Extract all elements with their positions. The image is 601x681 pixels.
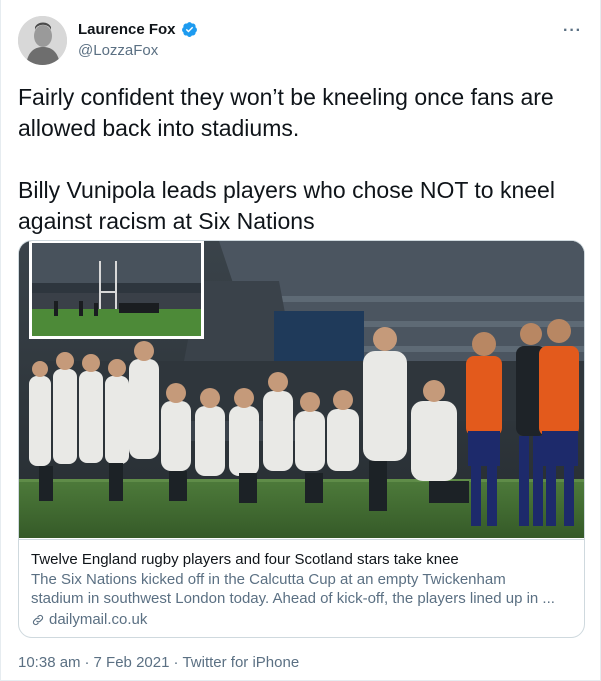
- meta-separator: ·: [84, 654, 90, 671]
- card-description-line: The Six Nations kicked off in the Calcut…: [31, 571, 506, 588]
- display-name[interactable]: Laurence Fox: [78, 21, 176, 38]
- avatar-photo: [18, 16, 67, 65]
- tweet-line: allowed back into stadiums.: [18, 115, 300, 141]
- tweet-date-link[interactable]: 7 Feb 2021: [94, 654, 170, 671]
- handle[interactable]: @LozzaFox: [78, 42, 158, 59]
- tweet-line: against racism at Six Nations: [18, 208, 315, 234]
- name-row: Laurence Fox: [78, 21, 198, 38]
- verified-badge-icon: [181, 22, 197, 37]
- tweet: Laurence Fox @LozzaFox ··· Fairly confid…: [0, 0, 601, 681]
- card-description-line: stadium in southwest London today. Ahead…: [31, 590, 555, 607]
- card-domain-text: dailymail.co.uk: [49, 611, 148, 628]
- tweet-text: Fairly confident they won’t be kneeling …: [18, 82, 578, 237]
- card-description: The Six Nations kicked off in the Calcut…: [31, 570, 574, 608]
- tweet-source-link[interactable]: Twitter for iPhone: [182, 654, 299, 671]
- avatar[interactable]: [18, 16, 67, 65]
- card-body[interactable]: Twelve England rugby players and four Sc…: [19, 539, 584, 637]
- link-card[interactable]: Twelve England rugby players and four Sc…: [18, 240, 585, 638]
- tweet-time-link[interactable]: 10:38 am: [18, 654, 81, 671]
- link-icon: [32, 614, 44, 625]
- tweet-line: Billy Vunipola leads players who chose N…: [18, 177, 555, 203]
- card-image[interactable]: [19, 241, 584, 538]
- rugby-players-kneeling-photo: [19, 241, 584, 538]
- tweet-metadata: 10:38 am · 7 Feb 2021 · Twitter for iPho…: [18, 654, 299, 671]
- more-horizontal-icon[interactable]: ···: [563, 22, 582, 40]
- card-title[interactable]: Twelve England rugby players and four Sc…: [31, 550, 574, 569]
- meta-separator: ·: [173, 654, 179, 671]
- tweet-line: Fairly confident they won’t be kneeling …: [18, 84, 554, 110]
- card-domain[interactable]: dailymail.co.uk: [31, 610, 574, 629]
